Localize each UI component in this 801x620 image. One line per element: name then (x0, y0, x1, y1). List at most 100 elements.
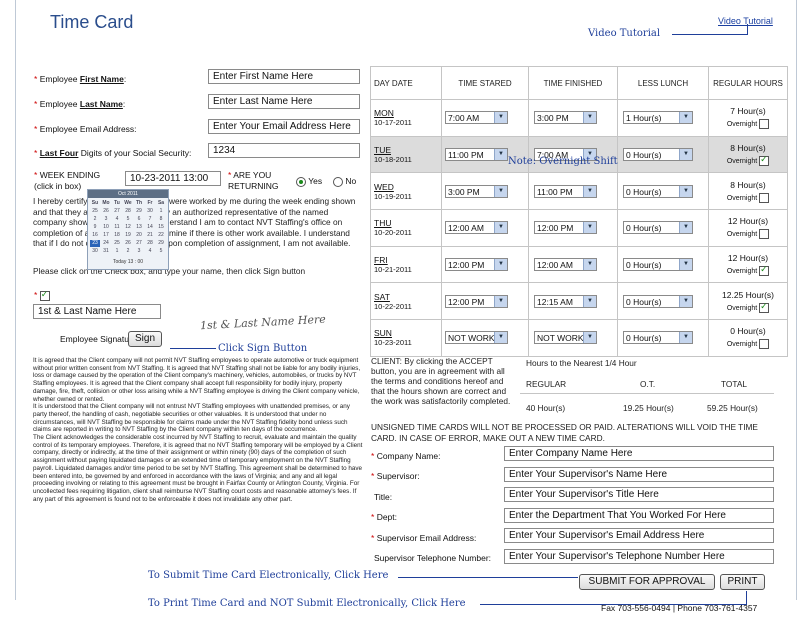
calendar-day[interactable]: 16 (90, 232, 100, 239)
start-time-select[interactable]: 12:00 AM ▼ (445, 221, 508, 235)
calendar-day[interactable]: 3 (134, 248, 144, 255)
last-name-input[interactable] (208, 94, 360, 109)
day-name[interactable]: SUN (374, 328, 441, 338)
overnight-checkbox[interactable] (759, 192, 770, 203)
supervisor-phone-input[interactable] (504, 549, 774, 564)
chevron-down-icon[interactable]: ▼ (679, 295, 692, 307)
day-name[interactable]: WED (374, 182, 441, 192)
finish-time-select[interactable]: 3:00 PM ▼ (534, 111, 597, 125)
calendar-day[interactable]: 2 (123, 248, 133, 255)
chevron-down-icon[interactable]: ▼ (583, 332, 596, 344)
calendar-day[interactable]: 2 (90, 216, 100, 223)
chevron-down-icon[interactable]: ▼ (494, 185, 507, 197)
start-time-select[interactable]: 12:00 PM ▼ (445, 294, 508, 308)
calendar-day[interactable]: 10 (101, 224, 111, 231)
chevron-down-icon[interactable]: ▼ (583, 185, 596, 197)
calendar-day[interactable]: 15 (156, 224, 166, 231)
supervisor-input[interactable] (504, 467, 774, 482)
week-ending-input[interactable] (125, 171, 221, 186)
calendar-day[interactable]: 11 (112, 224, 122, 231)
calendar-day[interactable]: 3 (101, 216, 111, 223)
calendar-day[interactable]: 28 (123, 208, 133, 215)
calendar-day[interactable]: 21 (145, 232, 155, 239)
calendar-day[interactable]: 28 (145, 240, 155, 247)
calendar-day[interactable]: 25 (90, 208, 100, 215)
chevron-down-icon[interactable]: ▼ (494, 112, 507, 124)
calendar-day[interactable]: 1 (156, 208, 166, 215)
lunch-select[interactable]: 0 Hour(s) ▼ (623, 184, 693, 198)
overnight-checkbox[interactable] (759, 154, 770, 167)
calendar-day[interactable]: 4 (112, 216, 122, 223)
video-tutorial-link[interactable]: Video Tutorial (718, 16, 773, 26)
calendar-day[interactable]: 1 (112, 248, 122, 255)
calendar-day[interactable]: 9 (90, 224, 100, 231)
calendar-day[interactable]: 25 (112, 240, 122, 247)
chevron-down-icon[interactable]: ▼ (583, 259, 596, 271)
finish-time-select[interactable]: 11:00 PM ▼ (534, 184, 597, 198)
finish-time-select[interactable]: 12:00 AM ▼ (534, 258, 597, 272)
calendar-day[interactable]: 23 (90, 240, 100, 247)
chevron-down-icon[interactable]: ▼ (583, 112, 596, 124)
chevron-down-icon[interactable]: ▼ (583, 295, 596, 307)
calendar-day[interactable]: 14 (145, 224, 155, 231)
chevron-down-icon[interactable]: ▼ (583, 222, 596, 234)
lunch-select[interactable]: 0 Hour(s) ▼ (623, 258, 693, 272)
overnight-checkbox[interactable] (759, 264, 770, 277)
print-button[interactable]: PRINT (720, 574, 765, 590)
calendar-day[interactable]: 24 (101, 240, 111, 247)
calendar-day[interactable]: 6 (134, 216, 144, 223)
calendar-day[interactable]: 22 (156, 232, 166, 239)
calendar-day[interactable]: 17 (101, 232, 111, 239)
day-name[interactable]: TUE (374, 145, 441, 155)
finish-time-select[interactable]: NOT WORK ▼ (534, 331, 597, 345)
day-name[interactable]: SAT (374, 292, 441, 302)
calendar-day[interactable]: 20 (134, 232, 144, 239)
title-input[interactable] (504, 487, 774, 502)
calendar-footer[interactable]: Today 13 : 00 (88, 259, 168, 265)
lunch-select[interactable]: 0 Hour(s) ▼ (623, 331, 693, 345)
finish-time-select[interactable]: 12:00 PM ▼ (534, 221, 597, 235)
calendar-day[interactable]: 26 (101, 208, 111, 215)
overnight-checkbox[interactable] (759, 229, 770, 240)
day-name[interactable]: MON (374, 108, 441, 118)
calendar-day[interactable]: 12 (123, 224, 133, 231)
start-time-select[interactable]: NOT WORK ▼ (445, 331, 508, 345)
calendar-day[interactable]: 29 (134, 208, 144, 215)
chevron-down-icon[interactable]: ▼ (494, 222, 507, 234)
chevron-down-icon[interactable]: ▼ (679, 332, 692, 344)
start-time-select[interactable]: 3:00 PM ▼ (445, 184, 508, 198)
chevron-down-icon[interactable]: ▼ (679, 222, 692, 234)
lunch-select[interactable]: 1 Hour(s) ▼ (623, 111, 693, 125)
submit-approval-button[interactable]: SUBMIT FOR APPROVAL (579, 574, 715, 590)
calendar-day[interactable]: 4 (145, 248, 155, 255)
calendar-day[interactable]: 18 (112, 232, 122, 239)
returning-yes[interactable]: Yes (296, 176, 322, 187)
lunch-select[interactable]: 0 Hour(s) ▼ (623, 148, 693, 162)
agree-checkbox[interactable] (39, 289, 50, 301)
sign-button[interactable]: Sign (128, 331, 162, 347)
calendar-day[interactable]: 30 (145, 208, 155, 215)
email-input[interactable] (208, 119, 360, 134)
lunch-select[interactable]: 0 Hour(s) ▼ (623, 294, 693, 308)
chevron-down-icon[interactable]: ▼ (679, 149, 692, 161)
calendar-day[interactable]: 31 (101, 248, 111, 255)
calendar-day[interactable]: 27 (134, 240, 144, 247)
overnight-checkbox[interactable] (759, 119, 770, 130)
radio-yes[interactable] (296, 176, 306, 187)
ssn-input[interactable] (208, 143, 360, 158)
calendar-day[interactable]: 30 (90, 248, 100, 255)
calendar-grid[interactable]: Su Mo Tu We Th Fr Sa 25 26 27 28 29 30 1 2 3 4 5 6 7 8 9 10 11 1… (88, 198, 168, 257)
day-name[interactable]: THU (374, 218, 441, 228)
signature-name-input[interactable] (33, 304, 161, 319)
dept-input[interactable] (504, 508, 774, 523)
calendar-day[interactable]: 26 (123, 240, 133, 247)
radio-no[interactable] (333, 176, 343, 187)
date-picker-popup[interactable]: Oct 2011 Su Mo Tu We Th Fr Sa 25 26 27 28 29 30 1 2 3 4 5… (87, 189, 169, 270)
calendar-day[interactable]: 5 (156, 248, 166, 255)
chevron-down-icon[interactable]: ▼ (494, 149, 507, 161)
returning-no[interactable]: No (333, 176, 356, 187)
day-name[interactable]: FRI (374, 255, 441, 265)
calendar-day[interactable]: 5 (123, 216, 133, 223)
chevron-down-icon[interactable]: ▼ (494, 259, 507, 271)
calendar-day[interactable]: 27 (112, 208, 122, 215)
